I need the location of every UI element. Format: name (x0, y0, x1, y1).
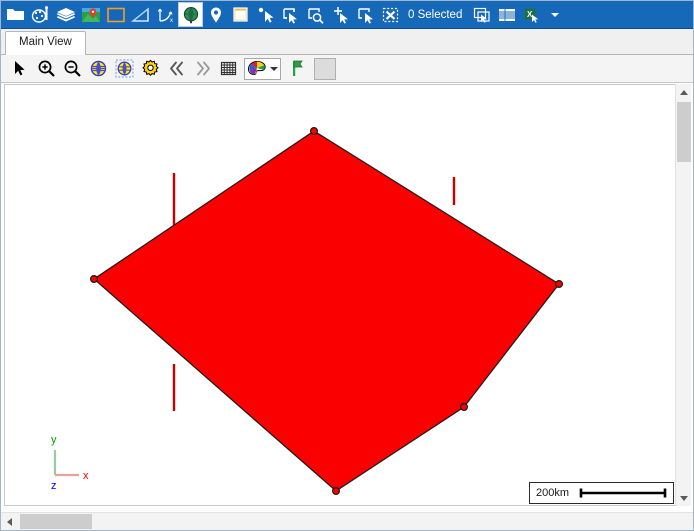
green-flag-icon[interactable] (284, 57, 310, 81)
excel-export-icon[interactable]: X (519, 2, 544, 27)
polygon-vertex-marker[interactable] (332, 487, 341, 496)
select-sub-icon[interactable] (353, 2, 378, 27)
tab-main-view[interactable]: Main View (5, 31, 86, 56)
measure-angle-icon[interactable] (128, 2, 153, 27)
vertical-scrollbar[interactable] (675, 84, 691, 506)
copy-window-icon[interactable] (469, 2, 494, 27)
globe-icon[interactable] (178, 2, 203, 27)
scale-bar-ruler-icon (579, 488, 667, 498)
map-canvas-svg[interactable]: y x z (5, 85, 675, 505)
gear-settings-icon[interactable] (137, 57, 163, 81)
colour-table-dropdown[interactable] (244, 57, 281, 80)
view-tabstrip: Main View (1, 29, 693, 56)
zoom-in-icon[interactable] (33, 57, 59, 81)
annotations-button[interactable]: Annotations (314, 57, 336, 80)
polygon-vertex-marker[interactable] (460, 403, 469, 412)
scroll-down-button[interactable] (676, 490, 692, 506)
axis-y-label: y (51, 434, 57, 446)
axis-x-label: x (83, 470, 89, 482)
select-add-icon[interactable] (328, 2, 353, 27)
vector-axes-icon[interactable]: x (153, 2, 178, 27)
color-palette-icon (247, 60, 267, 78)
application-window: x 0 Selected X Main View y x z 200km (0, 0, 694, 531)
select-point-icon[interactable] (253, 2, 278, 27)
paint-palette-icon[interactable] (28, 2, 53, 27)
location-pin-icon[interactable] (203, 2, 228, 27)
chevron-up-icon (680, 89, 688, 95)
axis-z-label: z (51, 480, 57, 492)
polygon-vertex-marker[interactable] (310, 126, 319, 135)
layers-icon[interactable] (53, 2, 78, 27)
scroll-left-button[interactable] (1, 513, 18, 530)
vertical-scroll-thumb[interactable] (677, 102, 691, 162)
chevron-down-icon (680, 495, 688, 501)
window-tile-icon[interactable] (228, 2, 253, 27)
main-toolbar: x 0 Selected X (1, 1, 693, 29)
clear-selection-icon[interactable] (378, 2, 403, 27)
scale-bar-label: 200km (536, 487, 570, 499)
zoom-out-icon[interactable] (59, 57, 85, 81)
toolbar-overflow-button[interactable] (544, 2, 566, 27)
chevron-down-icon[interactable] (270, 66, 278, 71)
selection-status-label: 0 Selected (408, 8, 463, 21)
svg-text:x: x (170, 18, 173, 24)
chevron-down-icon (551, 12, 560, 17)
select-lasso-icon[interactable] (303, 2, 328, 27)
table-report-icon[interactable] (494, 2, 519, 27)
horizontal-scrollbar[interactable] (1, 512, 693, 530)
boundary-icon[interactable] (103, 2, 128, 27)
survey-outline-polygon[interactable] (93, 130, 560, 492)
view-toolbar: Annotations (1, 55, 693, 83)
select-rect-icon[interactable] (278, 2, 303, 27)
scale-bar: 200km (529, 482, 674, 504)
horizontal-scroll-thumb[interactable] (20, 514, 92, 529)
pointer-arrow-icon[interactable] (7, 57, 33, 81)
globe-zoom-selection-icon[interactable] (111, 57, 137, 81)
fast-forward-icon[interactable] (189, 57, 215, 81)
chevron-left-icon (7, 517, 12, 526)
rewind-icon[interactable] (163, 57, 189, 81)
folder-open-icon[interactable] (3, 2, 28, 27)
scroll-up-button[interactable] (676, 84, 692, 100)
grid-icon[interactable] (215, 57, 241, 81)
polygon-vertex-marker[interactable] (554, 280, 563, 289)
map-canvas[interactable]: y x z (4, 84, 676, 506)
polygon-vertex-marker[interactable] (89, 275, 98, 284)
globe-zoom-extents-icon[interactable] (85, 57, 111, 81)
axis-orientation-gizmo: y x z (51, 434, 89, 492)
map-pin-image-icon[interactable] (78, 2, 103, 27)
